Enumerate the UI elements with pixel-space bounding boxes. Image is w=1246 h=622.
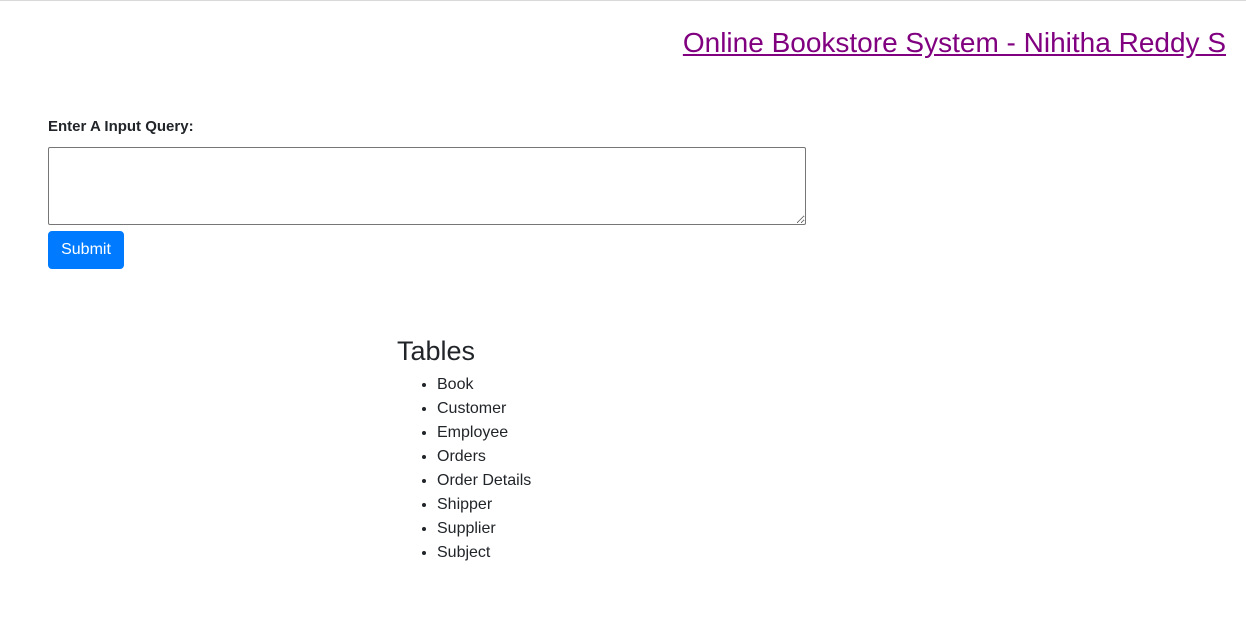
top-divider: [0, 0, 1246, 1]
list-item: Customer: [437, 397, 531, 421]
list-item: Supplier: [437, 517, 531, 541]
tables-section: Tables Book Customer Employee Orders Ord…: [397, 333, 531, 565]
query-input[interactable]: [48, 147, 806, 225]
list-item: Order Details: [437, 469, 531, 493]
list-item: Orders: [437, 445, 531, 469]
tables-list: Book Customer Employee Orders Order Deta…: [397, 373, 531, 565]
site-title-link[interactable]: Online Bookstore System - Nihitha Reddy …: [683, 24, 1226, 62]
list-item: Book: [437, 373, 531, 397]
submit-button[interactable]: Submit: [48, 231, 124, 269]
tables-heading: Tables: [397, 336, 476, 366]
query-label: Enter A Input Query:: [48, 118, 194, 135]
list-item: Shipper: [437, 493, 531, 517]
list-item: Subject: [437, 541, 531, 565]
list-item: Employee: [437, 421, 531, 445]
